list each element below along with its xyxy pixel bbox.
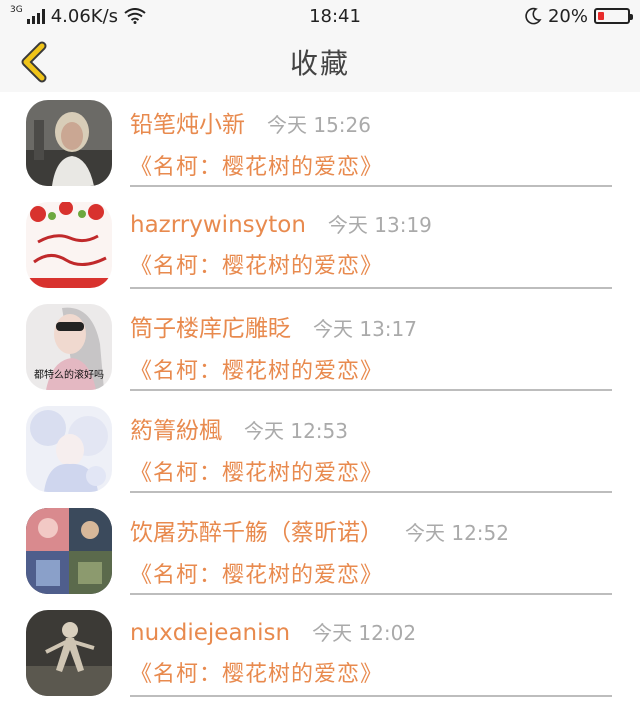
signal-icon xyxy=(26,8,45,24)
item-body: 铅笔炖小新 今天 15:26 《名柯：樱花树的爱恋》 xyxy=(130,100,612,187)
item-body: 筒子楼庠庀雕眨 今天 13:17 《名柯：樱花树的爱恋》 xyxy=(130,304,612,391)
item-body: 箹箐紛楓 今天 12:53 《名柯：樱花树的爱恋》 xyxy=(130,406,612,493)
work-title[interactable]: 《名柯：樱花树的爱恋》 xyxy=(130,248,612,280)
timestamp: 今天 12:52 xyxy=(405,520,509,545)
page-title: 收藏 xyxy=(289,47,350,80)
user-name[interactable]: 饮屠苏醉千觞（蔡昕诺） xyxy=(130,513,383,547)
network-speed: 4.06K/s xyxy=(50,5,119,27)
status-right: 20% xyxy=(524,5,633,27)
header: 收藏 xyxy=(0,32,640,92)
list-item[interactable]: 都特么的滚好吗 筒子楼庠庀雕眨 今天 13:17 《名柯：樱花树的爱恋》 xyxy=(0,296,640,398)
user-name[interactable]: 铅笔炖小新 xyxy=(130,105,245,139)
favorites-list: 铅笔炖小新 今天 15:26 《名柯：樱花树的爱恋》 hazrrywinsyto… xyxy=(0,92,640,704)
clock: 18:41 xyxy=(309,5,361,27)
work-title[interactable]: 《名柯：樱花树的爱恋》 xyxy=(130,455,612,487)
timestamp: 今天 13:17 xyxy=(313,316,417,341)
timestamp: 今天 12:53 xyxy=(244,418,348,443)
avatar[interactable] xyxy=(26,202,112,288)
user-name[interactable]: nuxdiejeanisn xyxy=(130,620,290,646)
list-item[interactable]: 箹箐紛楓 今天 12:53 《名柯：樱花树的爱恋》 xyxy=(0,398,640,500)
battery-icon xyxy=(593,8,633,24)
status-left: 3G 4.06K/s xyxy=(10,4,146,27)
battery-percent: 20% xyxy=(547,5,588,27)
list-item[interactable]: 饮屠苏醉千觞（蔡昕诺） 今天 12:52 《名柯：樱花树的爱恋》 xyxy=(0,500,640,602)
timestamp: 今天 15:26 xyxy=(267,112,371,137)
avatar[interactable] xyxy=(26,508,112,594)
work-title[interactable]: 《名柯：樱花树的爱恋》 xyxy=(130,656,612,688)
avatar[interactable]: 都特么的滚好吗 xyxy=(26,304,112,390)
item-body: 饮屠苏醉千觞（蔡昕诺） 今天 12:52 《名柯：樱花树的爱恋》 xyxy=(130,508,612,595)
user-name[interactable]: hazrrywinsyton xyxy=(130,212,306,238)
avatar[interactable] xyxy=(26,610,112,696)
avatar[interactable] xyxy=(26,100,112,186)
timestamp: 今天 12:02 xyxy=(312,621,417,645)
work-title[interactable]: 《名柯：樱花树的爱恋》 xyxy=(130,557,612,589)
user-name[interactable]: 箹箐紛楓 xyxy=(130,411,222,445)
wifi-icon xyxy=(124,8,146,24)
item-body: hazrrywinsyton 今天 13:19 《名柯：樱花树的爱恋》 xyxy=(130,202,612,289)
user-name[interactable]: 筒子楼庠庀雕眨 xyxy=(130,309,291,343)
item-body: nuxdiejeanisn 今天 12:02 《名柯：樱花树的爱恋》 xyxy=(130,610,612,697)
status-bar: 3G 4.06K/s 18:41 20% xyxy=(0,0,640,32)
moon-icon xyxy=(525,7,542,25)
list-item[interactable]: 铅笔炖小新 今天 15:26 《名柯：樱花树的爱恋》 xyxy=(0,92,640,194)
list-item[interactable]: nuxdiejeanisn 今天 12:02 《名柯：樱花树的爱恋》 xyxy=(0,602,640,704)
list-item[interactable]: hazrrywinsyton 今天 13:19 《名柯：樱花树的爱恋》 xyxy=(0,194,640,296)
chevron-left-icon[interactable] xyxy=(14,40,54,84)
work-title[interactable]: 《名柯：樱花树的爱恋》 xyxy=(130,353,612,385)
avatar[interactable] xyxy=(26,406,112,492)
avatar-caption: 都特么的滚好吗 xyxy=(34,368,104,381)
network-type: 3G xyxy=(10,4,23,15)
work-title[interactable]: 《名柯：樱花树的爱恋》 xyxy=(130,149,612,181)
timestamp: 今天 13:19 xyxy=(327,213,432,237)
